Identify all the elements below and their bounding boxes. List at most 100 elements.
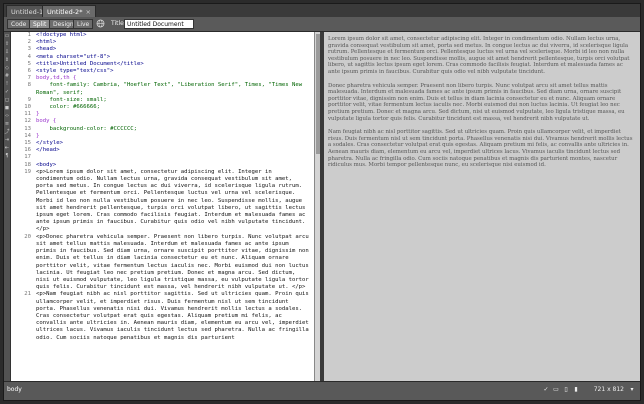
code-text: background-color: #CCCCCC; xyxy=(36,125,138,132)
line-number: 1 xyxy=(27,32,31,38)
line-number: 9 xyxy=(27,96,31,103)
code-line[interactable]: 21 <p>Nam feugiat nibh ac nisl porttitor … xyxy=(11,291,314,341)
code-text: <title>Untitled Document</title> xyxy=(36,60,144,67)
line-numbers-icon[interactable]: # xyxy=(4,72,10,80)
code-line[interactable]: 6 <style type="text/css"> xyxy=(11,68,314,75)
recent-snippets-icon[interactable]: ≡ xyxy=(4,120,10,128)
design-view[interactable]: Lorem ipsum dolor sit amet, consectetur … xyxy=(324,32,640,382)
line-number: 14 xyxy=(24,132,31,139)
line-number: 6 xyxy=(27,68,31,75)
line-number: 5 xyxy=(27,60,31,67)
code-text: <!doctype html> xyxy=(36,32,87,38)
outdent-icon[interactable]: ⇤ xyxy=(4,144,10,152)
code-text: <body> xyxy=(36,161,57,168)
dropdown-icon[interactable]: ▾ xyxy=(628,386,636,394)
code-text: } xyxy=(36,111,40,118)
code-text: <style type="text/css"> xyxy=(36,68,114,75)
open-documents-icon[interactable]: ▭ xyxy=(4,32,10,40)
code-line[interactable]: 8 font-family: Cambria, "Hoefler Text", … xyxy=(11,82,314,96)
uncomment-icon[interactable]: ◼ xyxy=(4,104,10,112)
document-toolbar: Code Split Design Live Title: xyxy=(4,17,640,32)
live-view-button[interactable]: Live xyxy=(73,19,94,29)
line-number: 21 xyxy=(24,291,31,298)
line-number: 10 xyxy=(24,104,31,111)
highlight-invalid-icon[interactable]: ! xyxy=(4,80,10,88)
code-line[interactable]: 20 <p>Donec pharetra vehicula semper. Pra… xyxy=(11,234,314,292)
code-line[interactable]: 14} xyxy=(11,133,314,140)
line-number: 7 xyxy=(27,75,31,82)
screen-icon[interactable]: ▯ xyxy=(562,386,570,394)
line-number: 15 xyxy=(24,140,31,147)
line-number: 20 xyxy=(24,233,31,240)
screen-icon[interactable]: ▭ xyxy=(552,386,560,394)
code-text: <head> xyxy=(36,46,57,53)
code-text: <p>Donec pharetra vehicula semper. Praes… xyxy=(36,233,313,291)
tab-label: Untitled-1 xyxy=(11,8,44,16)
tab-untitled-2[interactable]: Untitled-2* × xyxy=(42,5,96,17)
code-text: font-family: Cambria, "Hoefler Text", "L… xyxy=(36,82,306,96)
select-parent-icon[interactable]: ◇ xyxy=(4,64,10,72)
code-text: </style> xyxy=(36,140,63,147)
expand-all-icon[interactable]: ⇕ xyxy=(4,56,10,64)
screen-icon[interactable]: ▮ xyxy=(572,386,580,394)
wrap-tag-icon[interactable]: ‹› xyxy=(4,112,10,120)
line-number: 13 xyxy=(24,125,31,132)
line-number: 18 xyxy=(24,161,31,168)
split-view-button[interactable]: Split xyxy=(29,19,51,29)
code-line[interactable]: 11} xyxy=(11,111,314,118)
tag-selector[interactable]: body xyxy=(7,386,22,393)
coding-toolbar: ▭ ⇧ ⇩ ⇕ ◇ # ! ✓ ◻ ◼ ‹› ≡ ⤴ ⇥ ⇤ ¶ xyxy=(4,32,11,382)
document-title-input[interactable] xyxy=(124,19,194,29)
code-line[interactable]: 17 xyxy=(11,154,314,161)
tab-close-icon[interactable]: × xyxy=(85,8,90,16)
code-line[interactable]: 16 </head> xyxy=(11,147,314,154)
code-line[interactable]: 19 <p>Lorem ipsum dolor sit amet, consect… xyxy=(11,169,314,234)
line-number: 11 xyxy=(24,111,31,118)
line-number: 8 xyxy=(27,82,31,89)
code-text: color: #666666; xyxy=(36,104,101,111)
code-text: font-size: small; xyxy=(36,96,107,103)
line-number: 12 xyxy=(24,118,31,125)
code-text: } xyxy=(36,132,40,139)
code-line[interactable]: 12 body { xyxy=(11,118,314,125)
window-size[interactable]: 721 x 812 xyxy=(594,386,624,393)
code-line[interactable]: 7 body,td,th { xyxy=(11,75,314,82)
syntax-error-icon[interactable]: ✓ xyxy=(4,88,10,96)
indent-icon[interactable]: ⇥ xyxy=(4,136,10,144)
line-number: 3 xyxy=(27,46,31,53)
code-text: body { xyxy=(36,118,57,125)
code-line[interactable]: 5 <title>Untitled Document</title> xyxy=(11,61,314,68)
collapse-tag-icon[interactable]: ⇧ xyxy=(4,40,10,48)
code-line[interactable]: 1 <!doctype html> xyxy=(11,32,314,39)
code-line[interactable]: 10 color: #666666; xyxy=(11,104,314,111)
line-number: 2 xyxy=(27,39,31,46)
code-text: <p>Nam feugiat nibh ac nisl porttitor sa… xyxy=(36,291,313,341)
comment-icon[interactable]: ◻ xyxy=(4,96,10,104)
move-css-icon[interactable]: ⤴ xyxy=(4,128,10,136)
collapse-selection-icon[interactable]: ⇩ xyxy=(4,48,10,56)
code-view-button[interactable]: Code xyxy=(7,19,31,29)
code-text: body,td,th { xyxy=(36,75,77,82)
code-line[interactable]: 3 <head> xyxy=(11,46,314,53)
preview-paragraph: Donec pharetra vehicula semper. Praesent… xyxy=(328,82,625,122)
code-text: <html> xyxy=(36,39,57,46)
code-line[interactable]: 2 <html> xyxy=(11,39,314,46)
check-icon[interactable]: ✓ xyxy=(542,386,550,394)
code-text: <meta charset="utf-8"> xyxy=(36,53,111,60)
document-tab-bar: Untitled-1 × Untitled-2*× xyxy=(4,4,640,18)
line-number: 4 xyxy=(27,53,31,60)
code-text: <p>Lorem ipsum dolor sit amet, consectet… xyxy=(36,168,309,233)
globe-icon[interactable] xyxy=(95,19,105,29)
code-line[interactable]: 13 background-color: #CCCCCC; xyxy=(11,126,314,133)
status-bar: body ✓ ▭ ▯ ▮ 721 x 812 ▾ xyxy=(4,381,640,400)
code-line[interactable]: 18 <body> xyxy=(11,162,314,169)
line-number: 16 xyxy=(24,147,31,154)
code-line[interactable]: 4 <meta charset="utf-8"> xyxy=(11,54,314,61)
code-text: </head> xyxy=(36,147,60,154)
code-line[interactable]: 9 font-size: small; xyxy=(11,97,314,104)
code-view[interactable]: 1 <!doctype html> 2 <html> 3 <head> 4 <meta cha… xyxy=(11,32,314,382)
preview-paragraph: Lorem ipsum dolor sit amet, consectetur … xyxy=(328,36,630,75)
format-source-icon[interactable]: ¶ xyxy=(4,152,10,160)
code-line[interactable]: 15 </style> xyxy=(11,140,314,147)
